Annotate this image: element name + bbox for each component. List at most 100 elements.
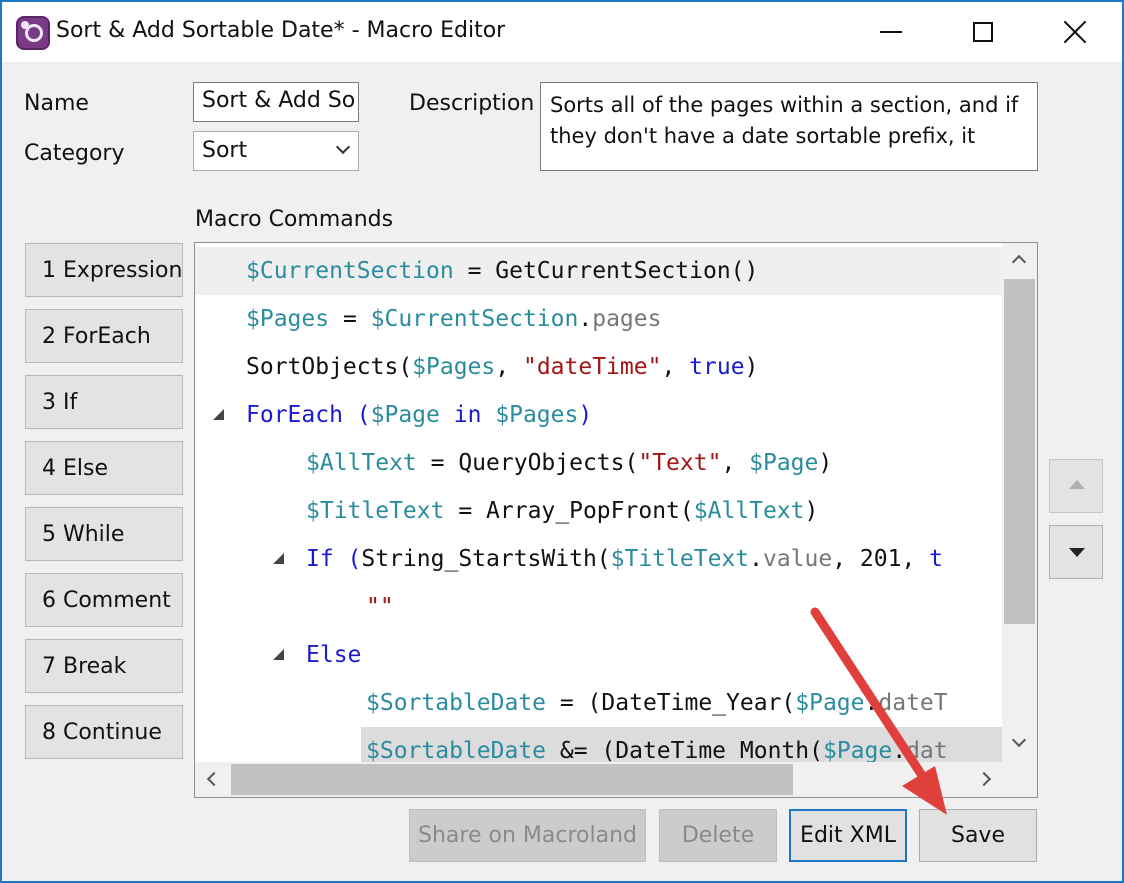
command-button-7[interactable]: 7 Break [25,639,183,693]
scroll-right-icon[interactable] [976,771,992,787]
delete-button[interactable]: Delete [659,809,777,862]
code-token: , [661,354,690,380]
arrow-down-icon [1069,548,1085,557]
description-textarea[interactable]: Sorts all of the pages within a section,… [540,82,1038,171]
code-text: ForEach ($Page in $Pages) [246,391,592,439]
code-token: QueryObjects( [458,450,639,476]
code-text: $AllText = QueryObjects("Text", $Page) [306,439,832,487]
code-token: If ( [306,546,362,572]
category-dropdown[interactable]: Sort [193,131,359,171]
code-token: $SortableDate [366,690,547,716]
code-line[interactable]: Else [195,631,1002,679]
command-button-2[interactable]: 2 ForEach [25,309,183,363]
scroll-down-icon[interactable] [1011,732,1027,748]
share-on-macroland-button[interactable]: Share on Macroland [409,809,646,862]
code-token: "Text" [638,450,722,476]
command-button-8[interactable]: 8 Continue [25,705,183,759]
collapse-toggle-icon[interactable] [273,553,284,564]
code-text: Else [306,631,361,679]
save-button[interactable]: Save [919,809,1037,862]
code-token: &= (DateTime_Month( [546,738,823,762]
code-token: Array_PopFront( [486,498,694,524]
code-token: in [439,402,496,428]
scroll-left-icon[interactable] [206,771,222,787]
maximize-icon [973,22,993,42]
code-line[interactable]: $AllText = QueryObjects("Text", $Page) [195,439,1002,487]
code-token: dat [906,738,948,762]
horizontal-scroll-thumb[interactable] [231,764,793,795]
scroll-up-icon[interactable] [1011,254,1027,270]
code-token: = [329,306,371,332]
description-label: Description [409,91,535,116]
code-token: $TitleText [610,546,750,572]
code-token: "dateTime" [522,354,662,380]
minimize-icon [880,31,902,33]
code-token: ) [578,402,593,428]
code-text: $TitleText = Array_PopFront($AllText) [306,487,818,535]
collapse-toggle-icon[interactable] [273,649,284,660]
code-token: $Pages [246,306,330,332]
chevron-down-icon [335,139,351,155]
code-text: If (String_StartsWith($TitleText.value, … [306,535,943,583]
code-token: , 201, [832,546,930,572]
code-token: $CurrentSection [246,258,454,284]
code-token: SortObjects( [246,354,413,380]
code-token: GetCurrentSection() [495,258,759,284]
edit-xml-button[interactable]: Edit XML [789,809,907,862]
code-token: ForEach ( [246,402,371,428]
code-line[interactable]: $CurrentSection = GetCurrentSection() [195,247,1002,295]
command-button-4[interactable]: 4 Else [25,441,183,495]
code-token: pages [592,306,662,332]
category-label: Category [24,141,125,166]
collapse-toggle-icon[interactable] [213,409,224,420]
code-token: = [453,258,496,284]
move-up-button[interactable] [1049,459,1103,513]
command-button-1[interactable]: 1 Expression [25,243,183,297]
onetastic-app-icon [16,16,50,50]
code-token: $Pages [495,402,579,428]
code-line[interactable]: SortObjects($Pages, "dateTime", true) [195,343,1002,391]
code-line[interactable]: $TitleText = Array_PopFront($AllText) [195,487,1002,535]
code-line[interactable]: If (String_StartsWith($TitleText.value, … [195,535,1002,583]
minimize-button[interactable] [845,2,937,62]
code-token: , [721,450,750,476]
scrollbar-corner [1002,762,1037,797]
code-text: $CurrentSection = GetCurrentSection() [246,247,758,295]
code-token: = [416,450,459,476]
code-token: . [864,690,879,716]
code-token: $TitleText [306,498,445,524]
name-input[interactable]: Sort & Add So [193,82,359,122]
command-button-5[interactable]: 5 While [25,507,183,561]
command-button-3[interactable]: 3 If [25,375,183,429]
horizontal-scrollbar[interactable] [195,762,1002,797]
code-token: . [578,306,593,332]
code-token: ) [804,498,819,524]
code-text: $Pages = $CurrentSection.pages [246,295,661,343]
arrow-up-icon [1069,480,1085,489]
code-line[interactable]: "" [195,583,1002,631]
vertical-scroll-thumb[interactable] [1004,279,1035,624]
code-token: = (DateTime_Year( [546,690,796,716]
code-token: $SortableDate [366,738,547,762]
code-token: , [495,354,523,380]
code-line[interactable]: $SortableDate = (DateTime_Year($Page.dat… [195,679,1002,727]
code-line[interactable]: ForEach ($Page in $Pages) [195,391,1002,439]
maximize-button[interactable] [937,2,1029,62]
code-token: $Page [822,738,893,762]
code-token: $AllText [306,450,417,476]
code-token: ) [818,450,833,476]
vertical-scrollbar[interactable] [1002,243,1037,762]
code-line[interactable]: $SortableDate &= (DateTime_Month($Page.d… [195,727,1002,762]
title-bar[interactable]: Sort & Add Sortable Date* - Macro Editor [2,2,1122,62]
macro-code-editor[interactable]: $CurrentSection = GetCurrentSection() $Pa… [194,242,1038,798]
code-text: $SortableDate &= (DateTime_Month($Page.d… [366,727,948,762]
code-line[interactable]: $Pages = $CurrentSection.pages [195,295,1002,343]
close-button[interactable] [1029,2,1121,62]
code-token: true [689,354,745,380]
move-down-button[interactable] [1049,525,1103,579]
code-area[interactable]: $CurrentSection = GetCurrentSection() $Pa… [195,243,1002,762]
code-token: value [762,546,833,572]
code-token: dateT [878,690,948,716]
command-button-6[interactable]: 6 Comment [25,573,183,627]
code-token: $Page [749,450,819,476]
